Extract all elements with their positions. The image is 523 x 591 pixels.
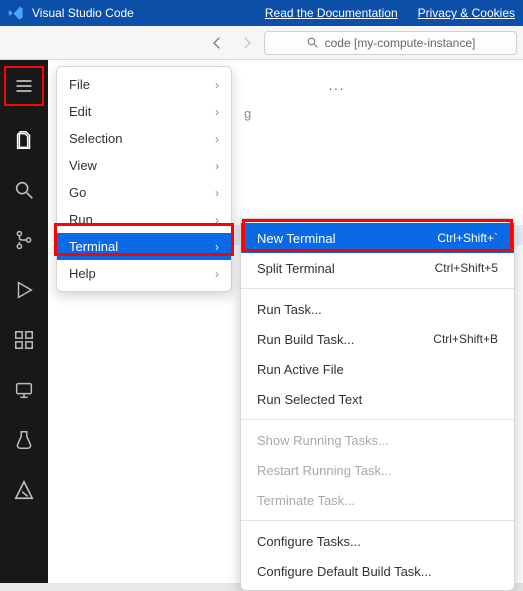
submenu-item-configure-default-build-task[interactable]: Configure Default Build Task... xyxy=(241,556,514,586)
submenu-item-run-build-task[interactable]: Run Build Task... Ctrl+Shift+B xyxy=(241,324,514,354)
chevron-right-icon: › xyxy=(215,267,219,281)
chevron-right-icon: › xyxy=(215,78,219,92)
submenu-item-new-terminal[interactable]: New Terminal Ctrl+Shift+` xyxy=(241,223,514,253)
nav-forward-icon[interactable] xyxy=(236,33,256,53)
main-menu: File›Edit›Selection›View›Go›Run›Terminal… xyxy=(56,66,232,292)
vscode-logo-icon xyxy=(8,5,24,21)
activity-azure[interactable] xyxy=(4,470,44,510)
menu-item-label: Go xyxy=(69,185,86,200)
chevron-right-icon: › xyxy=(215,132,219,146)
submenu-item-shortcut: Ctrl+Shift+` xyxy=(437,231,498,245)
link-privacy[interactable]: Privacy & Cookies xyxy=(418,6,515,20)
link-docs[interactable]: Read the Documentation xyxy=(265,6,398,20)
menu-separator xyxy=(241,520,514,521)
submenu-item-run-selected-text[interactable]: Run Selected Text xyxy=(241,384,514,414)
submenu-item-label: Show Running Tasks... xyxy=(257,433,389,448)
terminal-submenu: New Terminal Ctrl+Shift+` Split Terminal Ct… xyxy=(240,218,515,591)
submenu-item-label: Run Active File xyxy=(257,362,344,377)
submenu-item-label: Terminate Task... xyxy=(257,493,355,508)
submenu-item-terminate-task: Terminate Task... xyxy=(241,485,514,515)
submenu-item-configure-tasks[interactable]: Configure Tasks... xyxy=(241,526,514,556)
activity-run-debug[interactable] xyxy=(4,270,44,310)
command-center-text: code [my-compute-instance] xyxy=(325,36,476,50)
titlebar: Visual Studio Code Read the Documentatio… xyxy=(0,0,523,26)
chevron-right-icon: › xyxy=(215,105,219,119)
submenu-item-label: Restart Running Task... xyxy=(257,463,392,478)
command-center[interactable]: code [my-compute-instance] xyxy=(264,31,517,55)
submenu-item-label: Run Build Task... xyxy=(257,332,354,347)
chevron-right-icon: › xyxy=(215,186,219,200)
submenu-item-shortcut: Ctrl+Shift+B xyxy=(433,332,498,346)
menu-item-label: View xyxy=(69,158,97,173)
menu-item-terminal[interactable]: Terminal › xyxy=(57,233,231,260)
menu-separator xyxy=(241,288,514,289)
activity-explorer[interactable] xyxy=(4,120,44,160)
menu-item-label: Run xyxy=(69,212,93,227)
app-title: Visual Studio Code xyxy=(32,6,134,20)
menu-item-selection[interactable]: Selection › xyxy=(57,125,231,152)
submenu-item-label: Split Terminal xyxy=(257,261,335,276)
activity-testing[interactable] xyxy=(4,420,44,460)
menu-button[interactable] xyxy=(4,66,44,106)
activity-bar xyxy=(0,60,48,583)
menu-item-go[interactable]: Go › xyxy=(57,179,231,206)
submenu-item-show-running-tasks: Show Running Tasks... xyxy=(241,425,514,455)
submenu-item-label: New Terminal xyxy=(257,231,336,246)
activity-search[interactable] xyxy=(4,170,44,210)
menu-item-label: Help xyxy=(69,266,96,281)
nav-row: code [my-compute-instance] xyxy=(0,26,523,60)
menu-item-view[interactable]: View › xyxy=(57,152,231,179)
stray-text: g xyxy=(244,106,251,121)
menu-item-help[interactable]: Help › xyxy=(57,260,231,287)
menu-item-label: Edit xyxy=(69,104,91,119)
menu-item-label: File xyxy=(69,77,90,92)
chevron-right-icon: › xyxy=(215,159,219,173)
submenu-item-label: Configure Default Build Task... xyxy=(257,564,432,579)
chevron-right-icon: › xyxy=(215,213,219,227)
menu-item-run[interactable]: Run › xyxy=(57,206,231,233)
chevron-right-icon: › xyxy=(215,240,219,254)
menu-separator xyxy=(241,419,514,420)
nav-back-icon[interactable] xyxy=(208,33,228,53)
submenu-item-run-task[interactable]: Run Task... xyxy=(241,294,514,324)
menu-item-file[interactable]: File › xyxy=(57,71,231,98)
submenu-item-label: Configure Tasks... xyxy=(257,534,361,549)
menu-item-label: Selection xyxy=(69,131,122,146)
search-icon xyxy=(306,36,319,49)
submenu-item-run-active-file[interactable]: Run Active File xyxy=(241,354,514,384)
submenu-item-label: Run Task... xyxy=(257,302,322,317)
submenu-item-split-terminal[interactable]: Split Terminal Ctrl+Shift+5 xyxy=(241,253,514,283)
activity-remote[interactable] xyxy=(4,370,44,410)
submenu-item-label: Run Selected Text xyxy=(257,392,362,407)
hamburger-icon xyxy=(14,76,34,96)
submenu-item-shortcut: Ctrl+Shift+5 xyxy=(435,261,498,275)
activity-source-control[interactable] xyxy=(4,220,44,260)
overflow-icon[interactable]: ··· xyxy=(328,80,345,96)
activity-extensions[interactable] xyxy=(4,320,44,360)
menu-item-label: Terminal xyxy=(69,239,118,254)
menu-item-edit[interactable]: Edit › xyxy=(57,98,231,125)
submenu-item-restart-running-task: Restart Running Task... xyxy=(241,455,514,485)
